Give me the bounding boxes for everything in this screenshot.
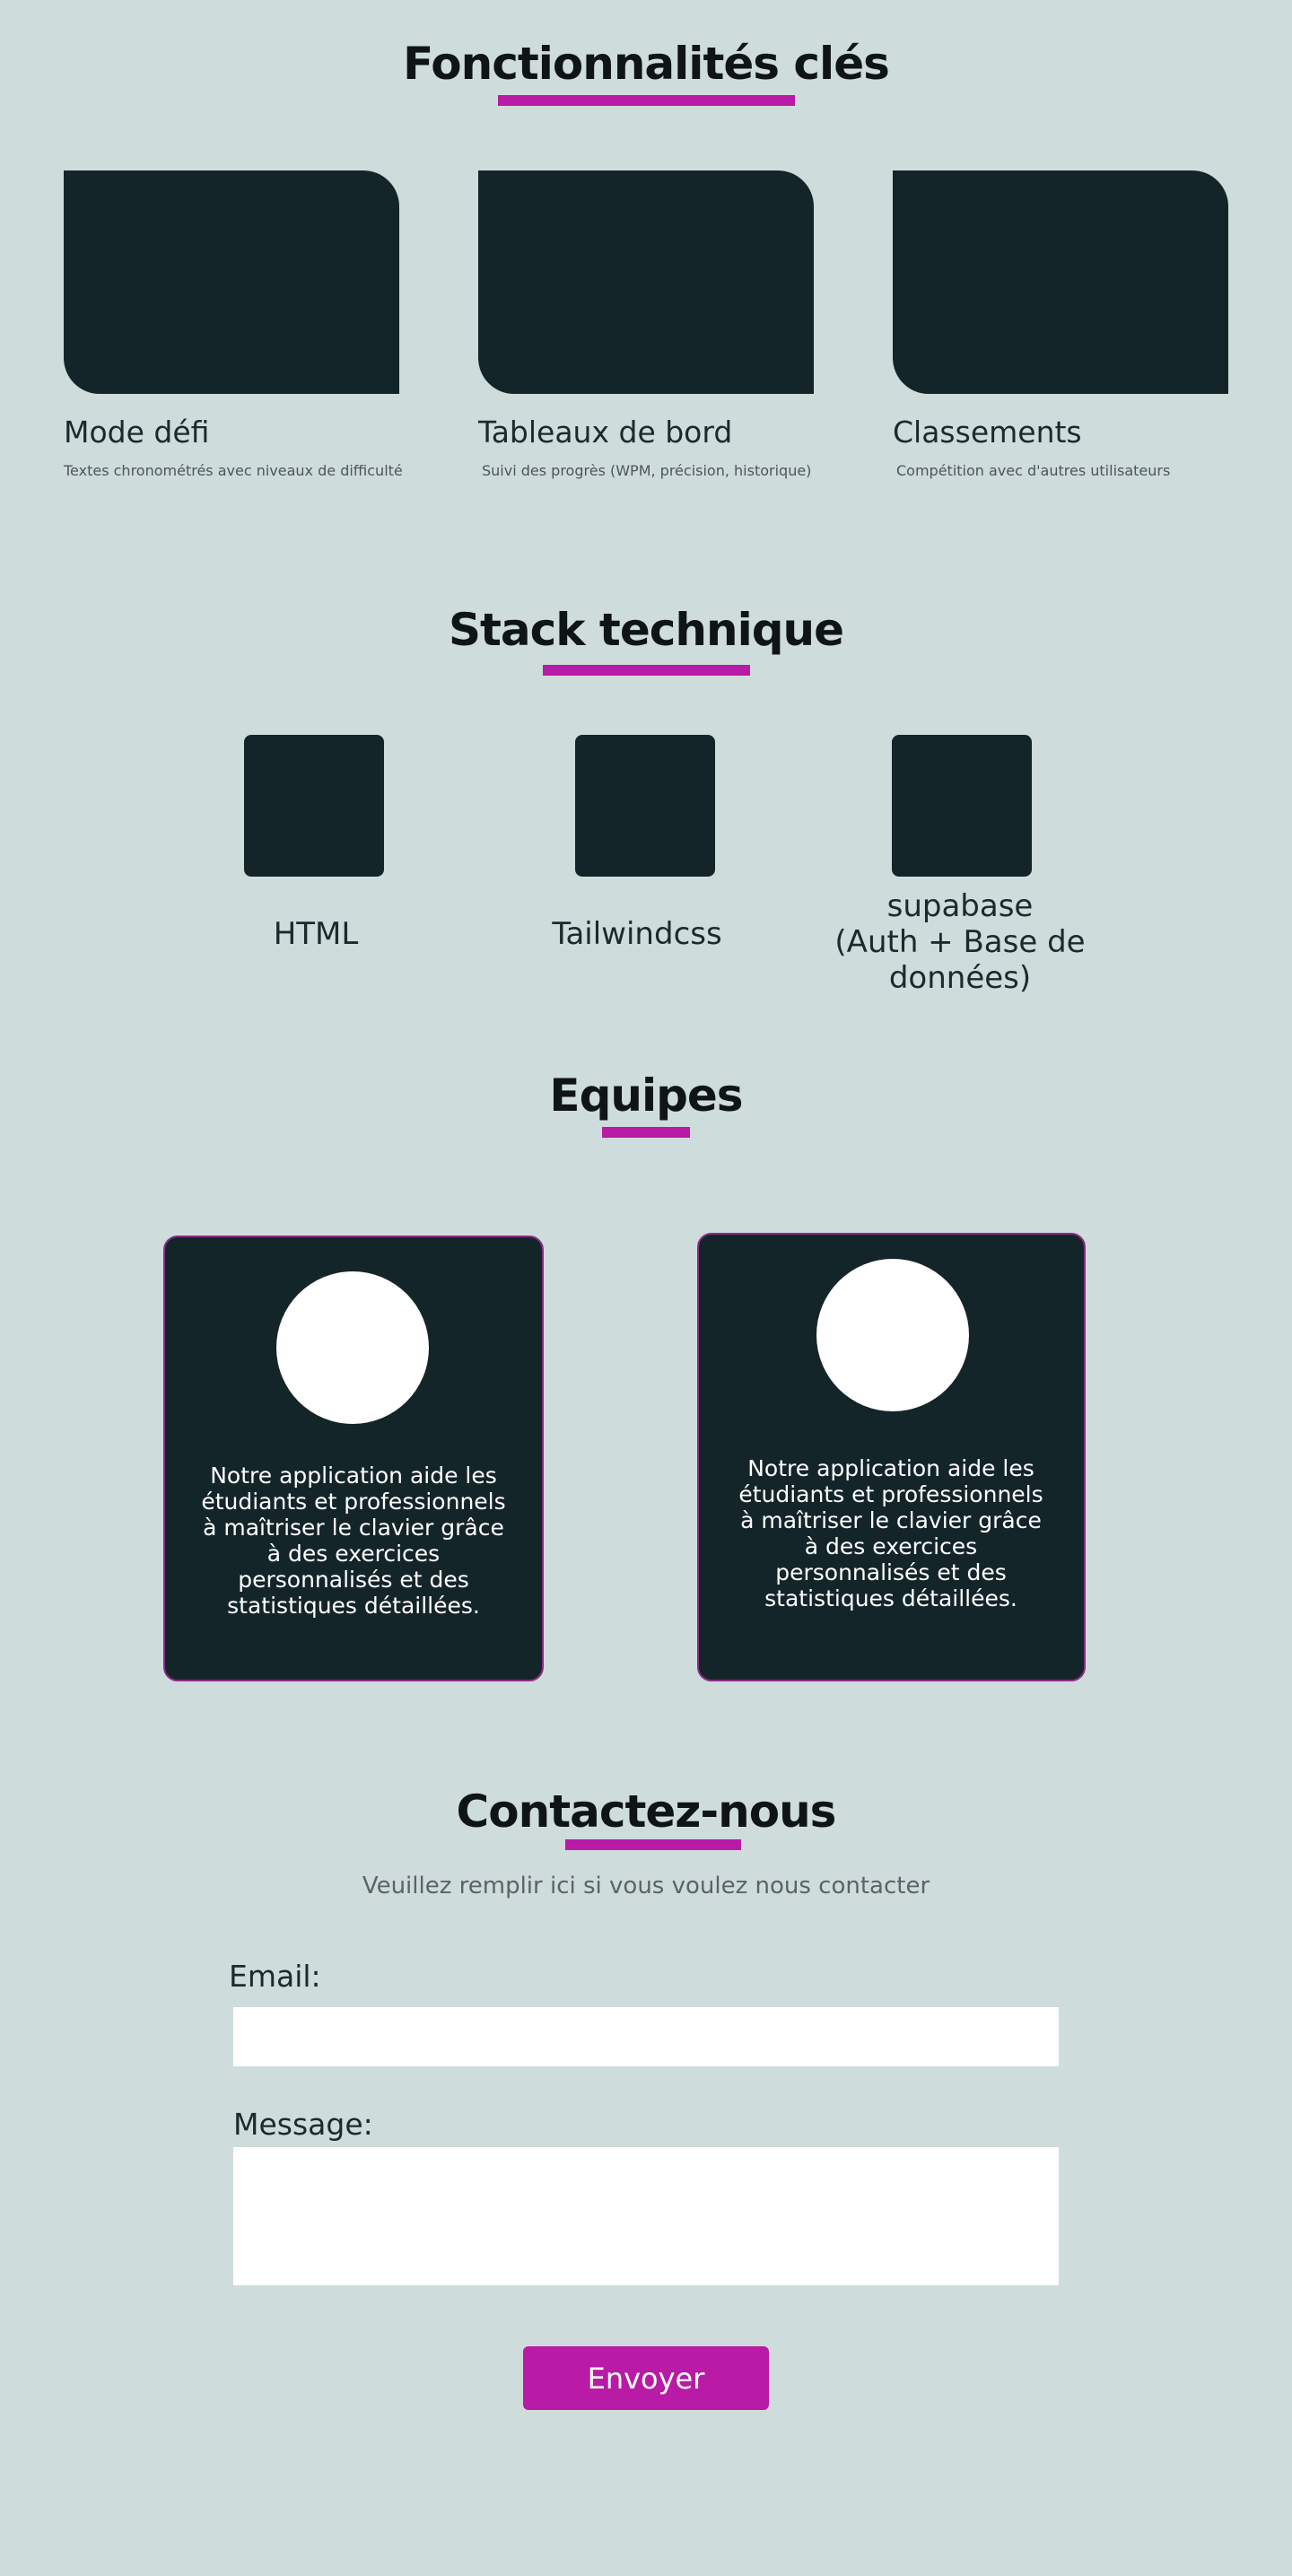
stack-label-supabase-detail: (Auth + Base de données) — [834, 924, 1086, 996]
email-field[interactable] — [233, 2007, 1059, 2066]
page: Fonctionnalités clés Mode défi Tableaux … — [0, 0, 1292, 2576]
feature-card-image — [64, 170, 399, 394]
stack-label-tailwindcss: Tailwindcss — [552, 916, 722, 952]
email-label: Email: — [229, 1959, 321, 1994]
tailwindcss-logo — [575, 735, 715, 877]
feature-title: Mode défi — [64, 415, 210, 450]
contact-subtitle: Veuillez remplir ici si vous voulez nous… — [362, 1873, 930, 1899]
team-member-description: Notre application aide les étudiants et … — [201, 1463, 506, 1619]
stack-title: Stack technique — [448, 604, 844, 656]
feature-card-image — [478, 170, 814, 394]
html-logo — [244, 735, 384, 877]
message-field[interactable] — [233, 2147, 1059, 2285]
features-title-underline — [498, 95, 795, 106]
stack-label-supabase: supabase (Auth + Base de données) — [763, 888, 1157, 996]
stack-label-html: HTML — [273, 916, 359, 952]
message-label: Message: — [233, 2107, 373, 2142]
stack-label-supabase-name: supabase — [886, 888, 1034, 924]
team-member-description: Notre application aide les étudiants et … — [738, 1455, 1043, 1611]
features-title: Fonctionnalités clés — [403, 38, 890, 90]
avatar — [276, 1271, 429, 1424]
feature-title: Tableaux de bord — [478, 415, 733, 450]
send-button[interactable]: Envoyer — [523, 2346, 769, 2410]
team-member-card: Notre application aide les étudiants et … — [163, 1236, 544, 1681]
team-title-underline — [602, 1127, 690, 1138]
team-title: Equipes — [549, 1070, 743, 1122]
supabase-logo — [892, 735, 1032, 877]
feature-description: Suivi des progrès (WPM, précision, histo… — [482, 462, 812, 479]
feature-description: Textes chronométrés avec niveaux de diff… — [64, 462, 403, 479]
feature-card-image — [893, 170, 1228, 394]
contact-title: Contactez-nous — [456, 1786, 837, 1838]
team-member-card: Notre application aide les étudiants et … — [697, 1233, 1086, 1681]
stack-title-underline — [543, 665, 750, 676]
feature-title: Classements — [893, 415, 1082, 450]
avatar — [816, 1259, 969, 1411]
feature-description: Compétition avec d'autres utilisateurs — [896, 462, 1171, 479]
contact-title-underline — [565, 1839, 741, 1850]
